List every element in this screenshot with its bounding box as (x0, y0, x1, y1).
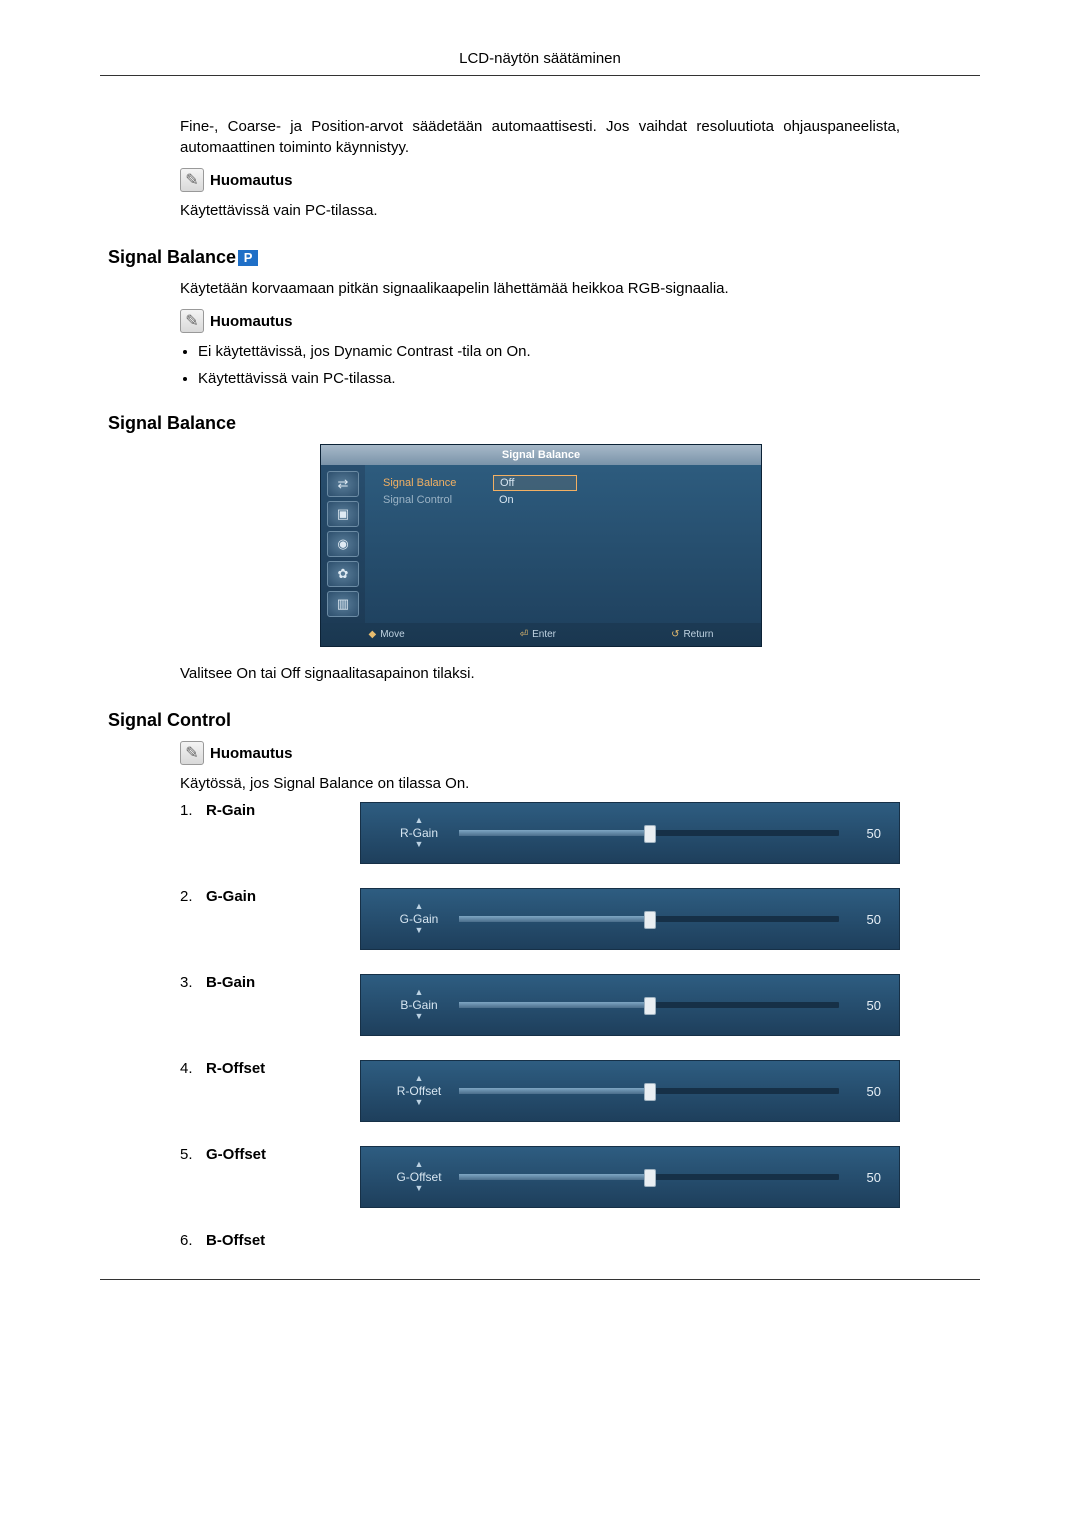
bullet-item: Käytettävissä vain PC-tilassa. (198, 370, 900, 387)
control-label: B-Offset (206, 1232, 265, 1249)
sigctrl-note-body: Käytössä, jos Signal Balance on tilassa … (180, 773, 900, 794)
control-label: B-Gain (206, 974, 255, 991)
slider-label: G-Gain (379, 912, 459, 926)
control-row: 5. G-Offset ▲ G-Offset ▼ 50 (180, 1146, 900, 1208)
move-icon: ◆ (369, 629, 377, 640)
slider-track (459, 1174, 839, 1180)
slider-thumb (644, 1169, 656, 1187)
slider-value: 50 (853, 826, 881, 841)
osd-main: Signal Balance Off Signal Control On (365, 465, 761, 623)
osd-item-signal-balance: Signal Balance (383, 477, 493, 489)
down-arrow-icon: ▼ (379, 1012, 459, 1022)
return-icon: ↺ (671, 629, 679, 640)
osd-sidebar: ⇄ ▣ ◉ ✿ ▥ (321, 465, 365, 623)
signal-control-list: 1. R-Gain ▲ R-Gain ▼ 50 (180, 802, 900, 1249)
up-arrow-icon: ▲ (379, 816, 459, 826)
up-arrow-icon: ▲ (379, 1074, 459, 1084)
note-icon: ✎ (180, 168, 204, 192)
control-label: R-Gain (206, 802, 255, 819)
osd-input-icon: ⇄ (327, 471, 359, 497)
osd-footer-move: Move (380, 629, 404, 640)
osd-menu: Signal Balance ⇄ ▣ ◉ ✿ ▥ Signal Balance … (320, 444, 760, 647)
slider-label: G-Offset (379, 1170, 459, 1184)
slider-track (459, 1002, 839, 1008)
control-row: 4. R-Offset ▲ R-Offset ▼ 50 (180, 1060, 900, 1122)
control-row: 1. R-Gain ▲ R-Gain ▼ 50 (180, 802, 900, 864)
note-icon: ✎ (180, 309, 204, 333)
up-arrow-icon: ▲ (379, 902, 459, 912)
down-arrow-icon: ▼ (379, 840, 459, 850)
list-number: 4. (180, 1060, 196, 1077)
slider-panel: ▲ G-Gain ▼ 50 (360, 888, 900, 950)
note-label: Huomautus (210, 172, 293, 189)
up-arrow-icon: ▲ (379, 988, 459, 998)
slider-thumb (644, 1083, 656, 1101)
slider-thumb (644, 997, 656, 1015)
slider-value: 50 (853, 1084, 881, 1099)
osd-footer-return: Return (683, 629, 713, 640)
osd-sound-icon: ◉ (327, 531, 359, 557)
note-bullets: Ei käytettävissä, jos Dynamic Contrast -… (198, 343, 900, 387)
bullet-item: Ei käytettävissä, jos Dynamic Contrast -… (198, 343, 900, 360)
note-icon: ✎ (180, 741, 204, 765)
list-number: 2. (180, 888, 196, 905)
section-heading-signal-balance-p: Signal BalanceP (108, 247, 900, 268)
osd-item-signal-control: Signal Control (383, 494, 493, 506)
sigbal-after: Valitsee On tai Off signaalitasapainon t… (180, 663, 900, 684)
slider-panel: ▲ G-Offset ▼ 50 (360, 1146, 900, 1208)
note-row: ✎ Huomautus (180, 168, 900, 192)
list-number: 5. (180, 1146, 196, 1163)
slider-thumb (644, 825, 656, 843)
section-heading-signal-control: Signal Control (108, 710, 900, 731)
control-row: 6. B-Offset (180, 1232, 900, 1249)
list-number: 3. (180, 974, 196, 991)
slider-label: R-Offset (379, 1084, 459, 1098)
osd-option-off: Off (493, 475, 577, 491)
slider-track (459, 830, 839, 836)
control-label: G-Gain (206, 888, 256, 905)
list-number: 6. (180, 1232, 196, 1249)
osd-setup-icon: ✿ (327, 561, 359, 587)
control-label: R-Offset (206, 1060, 265, 1077)
slider-value: 50 (853, 912, 881, 927)
sigbal-desc: Käytetään korvaamaan pitkän signaalikaap… (180, 278, 900, 299)
slider-label: R-Gain (379, 826, 459, 840)
intro-note-body: Käytettävissä vain PC-tilassa. (180, 200, 900, 221)
down-arrow-icon: ▼ (379, 926, 459, 936)
osd-footer-enter: Enter (532, 629, 556, 640)
osd-picture-icon: ▣ (327, 501, 359, 527)
slider-value: 50 (853, 1170, 881, 1185)
enter-icon: ⏎ (520, 629, 528, 640)
slider-thumb (644, 911, 656, 929)
osd-footer: ◆Move ⏎ Enter ↺ Return (321, 623, 761, 646)
heading-text: Signal Balance (108, 247, 236, 267)
intro-paragraph: Fine-, Coarse- ja Position-arvot säädetä… (180, 116, 900, 158)
control-label: G-Offset (206, 1146, 266, 1163)
down-arrow-icon: ▼ (379, 1098, 459, 1108)
slider-track (459, 1088, 839, 1094)
osd-multi-icon: ▥ (327, 591, 359, 617)
note-label: Huomautus (210, 745, 293, 762)
slider-track (459, 916, 839, 922)
control-row: 2. G-Gain ▲ G-Gain ▼ 50 (180, 888, 900, 950)
p-badge-icon: P (238, 250, 258, 266)
control-row: 3. B-Gain ▲ B-Gain ▼ 50 (180, 974, 900, 1036)
footer-rule (100, 1279, 980, 1280)
section-heading-signal-balance: Signal Balance (108, 413, 900, 434)
note-row: ✎ Huomautus (180, 309, 900, 333)
list-number: 1. (180, 802, 196, 819)
slider-value: 50 (853, 998, 881, 1013)
slider-panel: ▲ R-Offset ▼ 50 (360, 1060, 900, 1122)
down-arrow-icon: ▼ (379, 1184, 459, 1194)
osd-option-on: On (493, 493, 575, 507)
note-label: Huomautus (210, 313, 293, 330)
page-header: LCD-näytön säätäminen (100, 50, 980, 76)
slider-panel: ▲ R-Gain ▼ 50 (360, 802, 900, 864)
slider-panel: ▲ B-Gain ▼ 50 (360, 974, 900, 1036)
up-arrow-icon: ▲ (379, 1160, 459, 1170)
note-row: ✎ Huomautus (180, 741, 900, 765)
osd-title: Signal Balance (321, 445, 761, 465)
slider-label: B-Gain (379, 998, 459, 1012)
